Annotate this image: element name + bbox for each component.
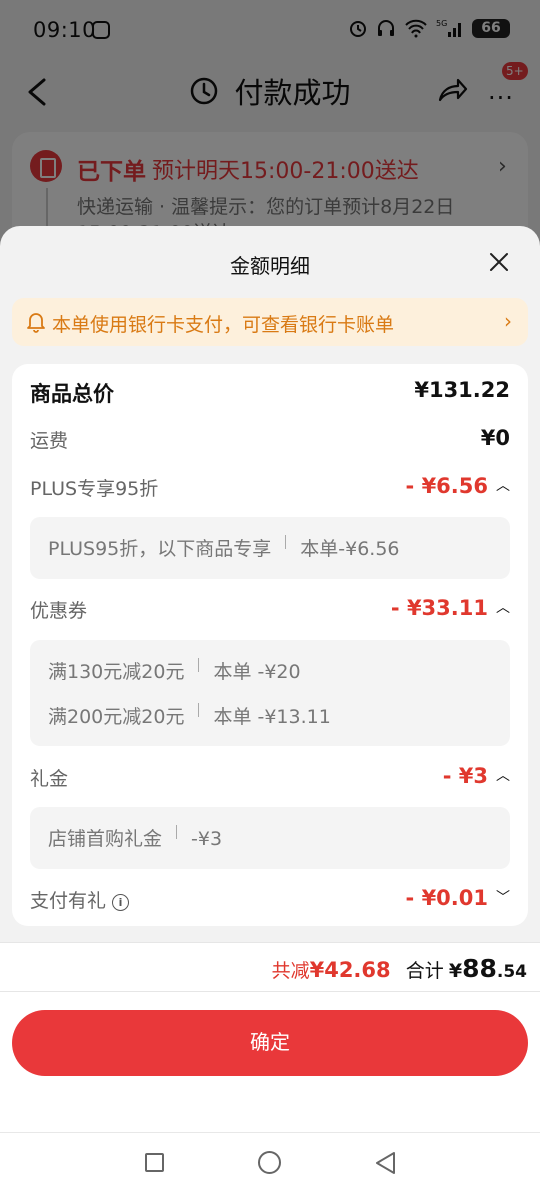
system-navigation-bar	[0, 1132, 540, 1191]
bell-icon	[27, 313, 45, 333]
chevron-down-icon[interactable]: ﹀	[496, 887, 510, 907]
close-icon[interactable]	[488, 251, 510, 273]
sheet-title: 金额明细	[230, 254, 310, 278]
chevron-up-icon[interactable]: ︿	[496, 475, 510, 495]
row-shipping: 运费 ¥0	[30, 426, 510, 460]
coupon-detail: 满130元减20元 本单 -¥20 满200元减20元 本单 -¥13.11	[30, 640, 510, 746]
row-payment-gift[interactable]: 支付有礼 i - ¥0.01 ﹀	[30, 886, 510, 920]
plus-discount-detail: PLUS95折，以下商品专享 本单-¥6.56	[30, 517, 510, 579]
gift-money-label: 礼金	[30, 768, 69, 790]
dim-overlay[interactable]	[0, 0, 540, 260]
coupon-label: 优惠券	[30, 600, 88, 622]
plus-discount-value: - ¥6.56 ︿	[405, 474, 510, 498]
total-price-label: 商品总价	[30, 382, 114, 406]
gift-money-value: - ¥3 ︿	[442, 764, 510, 788]
grand-total-integer: 88	[462, 954, 497, 983]
notice-text: 本单使用银行卡支付，可查看银行卡账单	[52, 314, 395, 336]
coupon-value: - ¥33.11 ︿	[390, 596, 510, 620]
background-page: 09:10 5G 66 付款成功 ··· 5+ 已下单 预计明天15:00-21…	[0, 0, 540, 272]
summary-bar: 共减¥42.68 合计 ¥88.54	[0, 942, 540, 992]
row-plus-discount[interactable]: PLUS专享95折 - ¥6.56 ︿	[30, 474, 510, 508]
chevron-up-icon[interactable]: ︿	[496, 597, 510, 617]
system-back-icon[interactable]	[373, 1150, 397, 1176]
confirm-button[interactable]: 确定	[12, 1010, 528, 1076]
row-coupon[interactable]: 优惠券 - ¥33.11 ︿	[30, 596, 510, 630]
plus-detail-line: PLUS95折，以下商品专享 本单-¥6.56	[48, 534, 400, 562]
gift-detail-line: 店铺首购礼金 -¥3	[48, 824, 222, 852]
sheet-header: 金额明细	[0, 226, 540, 298]
total-price-value: ¥131.22	[414, 378, 510, 402]
chevron-right-icon: ›	[504, 309, 512, 333]
payment-gift-label: 支付有礼 i	[30, 886, 130, 913]
gift-money-detail: 店铺首购礼金 -¥3	[30, 807, 510, 869]
chevron-up-icon[interactable]: ︿	[496, 765, 510, 785]
price-detail-card: 商品总价 ¥131.22 运费 ¥0 PLUS专享95折 - ¥6.56 ︿ PL…	[12, 364, 528, 926]
summary-totals: 共减¥42.68 合计 ¥88.54	[272, 954, 527, 983]
row-gift-money[interactable]: 礼金 - ¥3 ︿	[30, 764, 510, 798]
payment-gift-value: - ¥0.01 ﹀	[405, 886, 510, 910]
recent-apps-icon[interactable]	[145, 1153, 164, 1172]
grand-total-currency: ¥	[448, 960, 463, 982]
grand-total-label: 合计	[405, 960, 444, 982]
grand-total-decimal: .54	[496, 962, 527, 982]
shipping-value: ¥0	[480, 426, 510, 450]
confirm-area: 确定	[0, 992, 540, 1132]
row-total-price: 商品总价 ¥131.22	[30, 378, 510, 412]
bank-card-notice[interactable]: 本单使用银行卡支付，可查看银行卡账单 ›	[12, 298, 528, 346]
home-icon[interactable]	[258, 1151, 281, 1174]
total-reduced-label: 共减	[271, 960, 310, 982]
coupon-detail-line: 满130元减20元 本单 -¥20	[48, 657, 301, 685]
shipping-label: 运费	[30, 430, 69, 452]
coupon-detail-line: 满200元减20元 本单 -¥13.11	[48, 702, 331, 730]
amount-detail-sheet: 金额明细 本单使用银行卡支付，可查看银行卡账单 › 商品总价 ¥131.22 运…	[0, 226, 540, 1191]
total-reduced-value: ¥42.68	[309, 958, 391, 982]
plus-discount-label: PLUS专享95折	[30, 478, 159, 500]
info-icon[interactable]: i	[112, 894, 130, 911]
